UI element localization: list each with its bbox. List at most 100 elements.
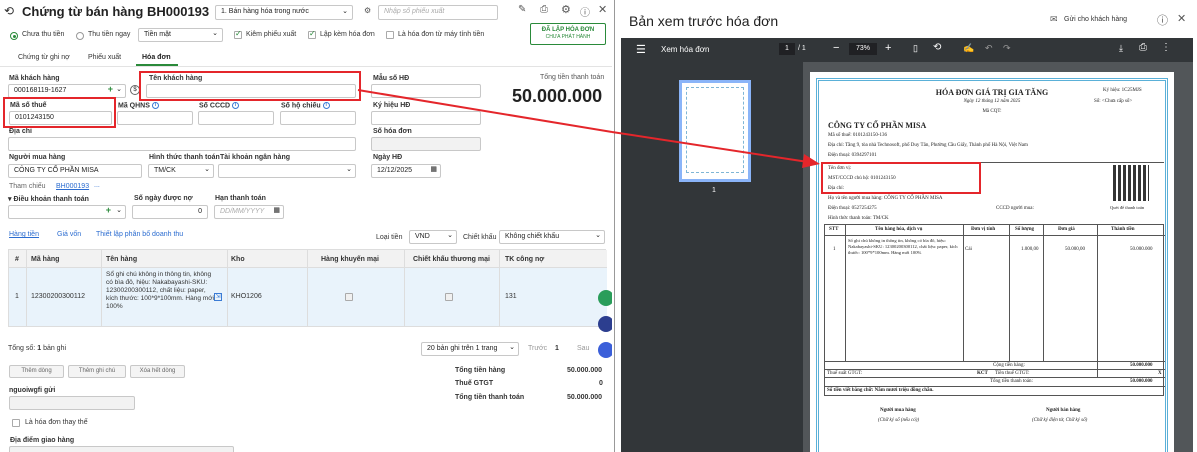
- date-input[interactable]: 12/12/2025 ▦: [371, 164, 441, 178]
- zoom-value[interactable]: 73%: [849, 43, 877, 55]
- menu-icon[interactable]: ☰: [636, 43, 646, 56]
- ref-more[interactable]: ...: [94, 182, 100, 189]
- radio-paid-label: Thu tiền ngay: [88, 31, 131, 38]
- address-input[interactable]: [8, 137, 356, 151]
- subtab-goods[interactable]: Hàng tiền: [9, 231, 39, 238]
- close-icon[interactable]: ✕: [1177, 12, 1186, 25]
- redo-icon[interactable]: ↷: [1003, 43, 1011, 54]
- check-export[interactable]: [234, 29, 242, 39]
- note-input[interactable]: [9, 396, 135, 410]
- row-promo-check[interactable]: [345, 293, 353, 301]
- sum-goods-value: 50.000.000: [567, 367, 603, 374]
- qhns-input[interactable]: [117, 111, 193, 125]
- table-row[interactable]: 1 12300200300112 Sổ ghi chú không in thô…: [9, 268, 607, 326]
- terms-select[interactable]: + ⌄: [8, 205, 126, 219]
- prev-page[interactable]: Trước: [528, 345, 547, 352]
- col-divider: [227, 250, 228, 326]
- print-icon[interactable]: ⎙: [540, 4, 548, 15]
- due-input[interactable]: DD/MM/YYYY ▦: [214, 205, 284, 219]
- customer-code-input[interactable]: 000168119-1627 + ⌄: [8, 84, 126, 98]
- pay-form-select[interactable]: TM/CK ⌄: [148, 164, 214, 178]
- messenger-icon[interactable]: [598, 342, 612, 358]
- history-icon[interactable]: ⟲: [4, 4, 14, 18]
- edit-icon[interactable]: ✎: [518, 4, 526, 15]
- undo-icon[interactable]: ↶: [985, 43, 993, 54]
- discount-select[interactable]: Không chiết khấu ⌄: [499, 230, 605, 244]
- ref-link[interactable]: BH000193: [56, 183, 89, 190]
- payment-method-select[interactable]: Tiền mặt ⌄: [138, 28, 223, 42]
- help-icon[interactable]: ⓘ: [1157, 12, 1168, 28]
- col-line: [963, 225, 964, 361]
- gear-icon[interactable]: ⚙: [561, 3, 571, 16]
- row-discount-check[interactable]: [445, 293, 453, 301]
- add-note-button[interactable]: Thêm ghi chú: [68, 365, 126, 378]
- zoom-out-icon[interactable]: −: [833, 42, 839, 54]
- passport-input[interactable]: [280, 111, 356, 125]
- page-thumbnail[interactable]: [679, 80, 751, 182]
- tab-export-voucher[interactable]: Phiếu xuất: [88, 54, 121, 61]
- close-icon[interactable]: ✕: [598, 3, 607, 16]
- bank-select[interactable]: ⌄: [218, 164, 356, 178]
- row-line: [825, 386, 1165, 387]
- sale-type-select[interactable]: 1. Bán hàng hóa trong nước ⌄: [215, 5, 353, 20]
- settings-small-icon[interactable]: ⚙: [364, 6, 371, 15]
- rotate-icon[interactable]: ⟲: [933, 42, 941, 53]
- sum-goods-label: Tổng tiền hàng: [455, 367, 506, 374]
- help-icon[interactable]: ⓘ: [580, 4, 590, 19]
- row-name[interactable]: Sổ ghi chú không in thông tin, không có …: [106, 271, 218, 311]
- search-voucher-input[interactable]: Nhập số phiếu xuất: [378, 5, 498, 20]
- chevron-down-icon: ⌄: [204, 166, 210, 173]
- add-row-button[interactable]: Thêm dòng: [9, 365, 64, 378]
- col-no: #: [15, 256, 19, 263]
- invoice-status-button[interactable]: ĐÃ LẬP HÓA ĐƠN CHƯA PHÁT HÀNH: [530, 23, 606, 45]
- inv-item-price: 50.000,00: [1065, 247, 1085, 252]
- add-icon[interactable]: +: [108, 85, 113, 94]
- calendar-icon[interactable]: ▦: [430, 165, 437, 173]
- radio-unpaid[interactable]: [10, 32, 18, 40]
- invoice-symbol-input[interactable]: [371, 84, 481, 98]
- subtab-revenue[interactable]: Thiết lập phân bổ doanh thu: [96, 231, 183, 238]
- zoom-in-icon[interactable]: +: [885, 42, 891, 54]
- vat-rate-label: Thuế suất GTGT:: [827, 371, 863, 376]
- annotate-icon[interactable]: ✍: [963, 43, 974, 54]
- page-size-select[interactable]: 20 bản ghi trên 1 trang ⌄: [421, 342, 519, 356]
- expand-icon[interactable]: ⇲: [214, 293, 222, 301]
- seller-sign-note: (Chữ ký điện tử, Chữ ký số): [1032, 418, 1088, 423]
- support-icon[interactable]: [598, 316, 612, 332]
- calendar-icon[interactable]: ▦: [273, 206, 280, 214]
- symbol-input[interactable]: [371, 111, 481, 125]
- send-customer-link[interactable]: Gửi cho khách hàng: [1064, 16, 1127, 23]
- clear-rows-button[interactable]: Xóa hết dòng: [130, 365, 185, 378]
- chevron-down-icon: ⌄: [342, 8, 348, 15]
- invoice-no-input[interactable]: [371, 137, 481, 151]
- fit-page-icon[interactable]: ▯: [913, 43, 918, 54]
- tab-invoice[interactable]: Hóa đơn: [142, 54, 171, 61]
- subtab-cost[interactable]: Giá vốn: [57, 231, 81, 238]
- days-input[interactable]: 0: [132, 205, 208, 219]
- cccd-input[interactable]: [198, 111, 274, 125]
- buyer-input[interactable]: CÔNG TY CỔ PHẦN MISA: [8, 164, 142, 178]
- print-icon[interactable]: ⎙: [1139, 42, 1147, 53]
- tab-debit-voucher[interactable]: Chứng từ ghi nợ: [18, 54, 70, 61]
- download-icon[interactable]: ⤓: [1119, 43, 1123, 54]
- current-page[interactable]: 1: [555, 345, 559, 352]
- col-line: [1043, 225, 1044, 361]
- check-with-invoice[interactable]: [308, 29, 316, 39]
- page-input[interactable]: 1: [779, 43, 795, 55]
- chat-icon[interactable]: [598, 290, 612, 306]
- mail-icon[interactable]: ✉: [1050, 14, 1058, 25]
- replace-invoice-check[interactable]: [12, 419, 20, 427]
- add-icon[interactable]: +: [106, 206, 111, 215]
- radio-paid[interactable]: [76, 32, 84, 40]
- sum-goods-label: Cộng tiền hàng:: [993, 363, 1025, 368]
- col-code: Mã hàng: [31, 256, 60, 263]
- delivery-input[interactable]: [9, 446, 234, 452]
- more-icon[interactable]: ⋮: [1161, 42, 1171, 53]
- check-cash-register[interactable]: [386, 31, 394, 39]
- currency-select[interactable]: VND ⌄: [409, 230, 457, 244]
- inv-total-label: Tổng tiền thanh toán:: [990, 379, 1033, 384]
- inv-col-stt: STT: [829, 227, 839, 232]
- next-page[interactable]: Sau: [577, 345, 589, 352]
- annotation-box-customer-name: [139, 71, 361, 101]
- check-with-invoice-label: Lập kèm hóa đơn: [320, 31, 375, 38]
